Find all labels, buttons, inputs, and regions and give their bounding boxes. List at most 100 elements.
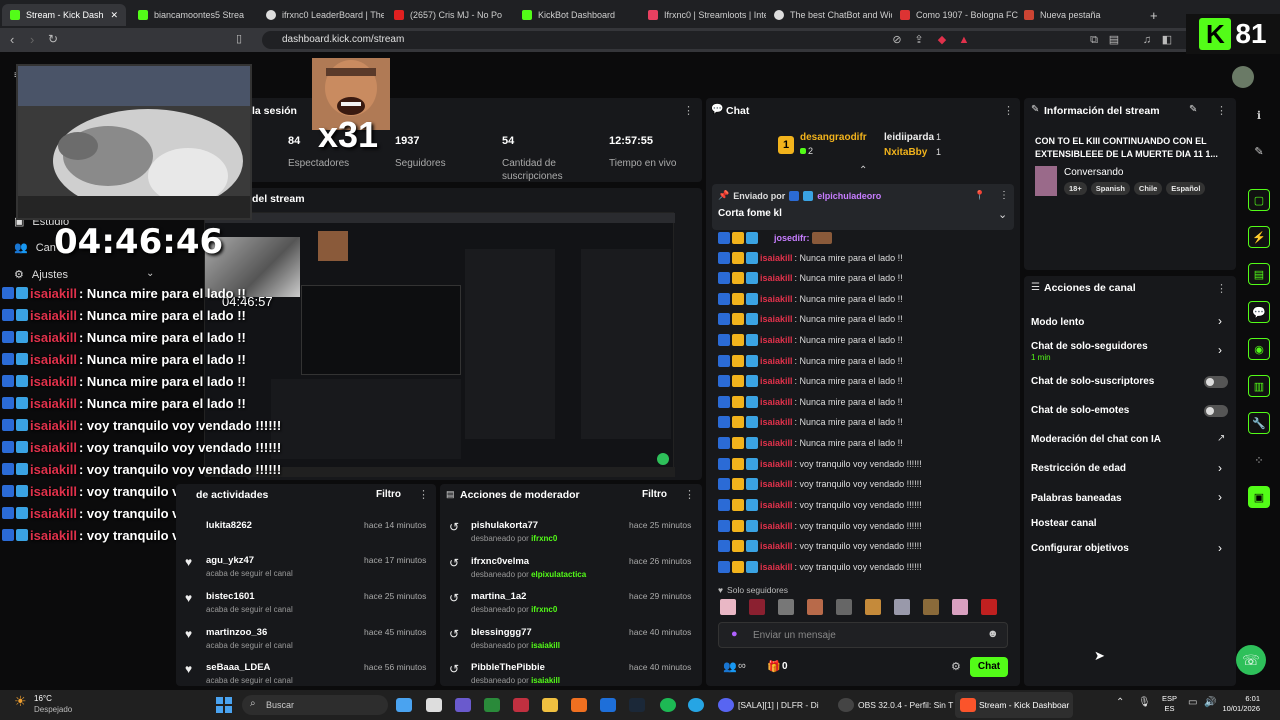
pencil-icon[interactable]: ✎	[1248, 140, 1270, 162]
action-followers-only[interactable]: Chat de solo-seguidores	[1031, 341, 1148, 352]
action-ai-moderation[interactable]: Moderación del chat con IA	[1031, 434, 1161, 445]
mute-icon[interactable]: ⊘	[890, 33, 904, 47]
rail-green-icon[interactable]: ▣	[1248, 486, 1270, 508]
spotify-icon[interactable]	[660, 698, 676, 712]
chat-username[interactable]: isaiakill	[760, 521, 793, 531]
tag[interactable]: Chile	[1133, 182, 1163, 195]
tray-chevron-icon[interactable]: ⌃	[1116, 697, 1124, 708]
action-configure-goals[interactable]: Configurar objetivos	[1031, 543, 1129, 554]
rail-wrench-icon[interactable]: 🔧	[1248, 412, 1270, 434]
more-options-icon[interactable]: ⋮	[684, 488, 695, 501]
external-link-icon[interactable]: ↗	[1217, 433, 1225, 444]
emotes-only-toggle[interactable]	[1204, 405, 1228, 417]
emote[interactable]	[865, 599, 881, 615]
file-explorer-icon[interactable]	[542, 698, 558, 712]
copilot-icon[interactable]	[396, 698, 412, 712]
split-view-icon[interactable]: ◧	[1160, 33, 1174, 47]
tab-streamloots[interactable]: Ifrxnc0 | Streamloots | Inte	[640, 4, 766, 26]
chat-username[interactable]: isaiakill	[760, 459, 793, 469]
gear-icon[interactable]: ⚙	[951, 660, 961, 673]
action-slow-mode[interactable]: Modo lento	[1031, 317, 1084, 328]
windows-start-icon[interactable]	[216, 697, 232, 713]
info-icon[interactable]: ℹ	[1248, 104, 1270, 126]
category-name[interactable]: Conversando	[1064, 167, 1123, 178]
xbox-icon[interactable]	[484, 698, 500, 712]
more-options-icon[interactable]: ⋮	[1216, 104, 1227, 117]
tag[interactable]: Spanish	[1090, 182, 1130, 195]
taskbar-app-discord[interactable]: [SALA][1] | DLFR - Di	[738, 700, 830, 710]
chat-username[interactable]: isaiakill	[760, 273, 793, 283]
close-icon[interactable]: ✕	[110, 10, 118, 21]
sidebar-item-canal[interactable]: 👥 Can	[14, 241, 56, 255]
forward-icon[interactable]: ›	[30, 32, 34, 47]
chevron-right-icon[interactable]: ›	[1218, 490, 1222, 504]
outlook-icon[interactable]	[600, 698, 616, 712]
chevron-right-icon[interactable]: ›	[1218, 314, 1222, 328]
media-icon[interactable]: ♫	[1140, 33, 1154, 47]
tag[interactable]: Español	[1166, 182, 1206, 195]
store-icon[interactable]	[426, 698, 442, 712]
app-icon[interactable]	[571, 698, 587, 712]
microphone-icon[interactable]: 🎙	[1138, 697, 1151, 708]
tab-youtube[interactable]: (2657) Cris MJ - No Po	[386, 4, 512, 26]
avatar[interactable]	[1232, 66, 1254, 88]
top-gifter-name[interactable]: leidiiparda	[884, 132, 934, 143]
rail-note-icon[interactable]: ▤	[1248, 263, 1270, 285]
emote[interactable]	[749, 599, 765, 615]
action-banned-words[interactable]: Palabras baneadas	[1031, 493, 1122, 504]
send-chat-button[interactable]: Chat	[970, 657, 1008, 677]
taskbar-app-obs[interactable]: OBS 32.0.4 - Perfil: Sin T	[858, 700, 954, 710]
weather-icon[interactable]: ☀	[14, 693, 27, 710]
chevron-right-icon[interactable]: ›	[1218, 541, 1222, 555]
language-indicator[interactable]: ESP ES	[1162, 694, 1177, 714]
collapse-icon[interactable]: ⌃	[859, 165, 867, 176]
chat-username[interactable]: isaiakill	[760, 335, 793, 345]
reload-icon[interactable]: ↻	[48, 32, 58, 46]
gift-icon[interactable]: 🎁	[767, 660, 781, 673]
rail-flash-icon[interactable]: ⚡	[1248, 226, 1270, 248]
more-options-icon[interactable]: ⋮	[999, 190, 1009, 201]
chat-username[interactable]: isaiakill	[760, 356, 793, 366]
rail-dots-icon[interactable]: ⁘	[1248, 449, 1270, 471]
rail-print-icon[interactable]: ▥	[1248, 375, 1270, 397]
chat-username[interactable]: isaiakill	[760, 438, 793, 448]
unpin-icon[interactable]: 📍	[974, 190, 985, 201]
extensions-icon[interactable]: ⧉	[1087, 33, 1101, 47]
tab-chatbot[interactable]: The best ChatBot and Wid	[766, 4, 892, 26]
chat-username[interactable]: isaiakill	[760, 479, 793, 489]
more-options-icon[interactable]: ⋮	[1216, 282, 1227, 295]
chat-username[interactable]: isaiakill	[760, 376, 793, 386]
chat-username[interactable]: isaiakill	[760, 562, 793, 572]
sidebar-icon[interactable]: ▤	[1107, 33, 1121, 47]
taskbar-search[interactable]: ⌕ Buscar	[242, 695, 388, 715]
tab-como-bologna[interactable]: Como 1907 - Bologna FC	[892, 4, 1018, 26]
rail-chat-icon[interactable]: 💬	[1248, 301, 1270, 323]
more-options-icon[interactable]: ⋮	[1003, 104, 1014, 117]
chat-username[interactable]: isaiakill	[760, 500, 793, 510]
action-age-restriction[interactable]: Restricción de edad	[1031, 463, 1126, 474]
tab-leaderboard[interactable]: ifrxnc0 LeaderBoard | The	[258, 4, 384, 26]
clock[interactable]: 6:01 10/01/2026	[1220, 694, 1260, 714]
tab-kickbot[interactable]: KickBot Dashboard	[514, 4, 640, 26]
chevron-right-icon[interactable]: ›	[1218, 343, 1222, 357]
obs-icon[interactable]	[838, 698, 854, 712]
category-thumbnail[interactable]	[1035, 166, 1057, 196]
new-tab-button[interactable]: +	[1142, 4, 1160, 26]
rail-broadcast-icon[interactable]: ◉	[1248, 338, 1270, 360]
link-icon[interactable]: ∞	[738, 660, 746, 672]
chat-input[interactable]: ● Enviar un mensaje ☻	[718, 622, 1008, 648]
chat-username[interactable]: isaiakill	[760, 314, 793, 324]
app-icon[interactable]	[513, 698, 529, 712]
emote[interactable]	[807, 599, 823, 615]
tab-stream-kick-dashboard[interactable]: Stream - Kick Dash ✕	[2, 4, 126, 26]
emote[interactable]	[894, 599, 910, 615]
chat-username[interactable]: isaiakill	[760, 294, 793, 304]
back-icon[interactable]: ‹	[10, 32, 14, 47]
emote[interactable]	[836, 599, 852, 615]
microphone-icon[interactable]: ●	[731, 628, 738, 640]
chevron-down-icon[interactable]: ⌄	[146, 268, 154, 279]
discord-icon[interactable]	[718, 698, 734, 712]
rewards-icon[interactable]: ▲	[957, 33, 971, 47]
telegram-icon[interactable]	[688, 698, 704, 712]
action-host-channel[interactable]: Hostear canal	[1031, 518, 1097, 529]
